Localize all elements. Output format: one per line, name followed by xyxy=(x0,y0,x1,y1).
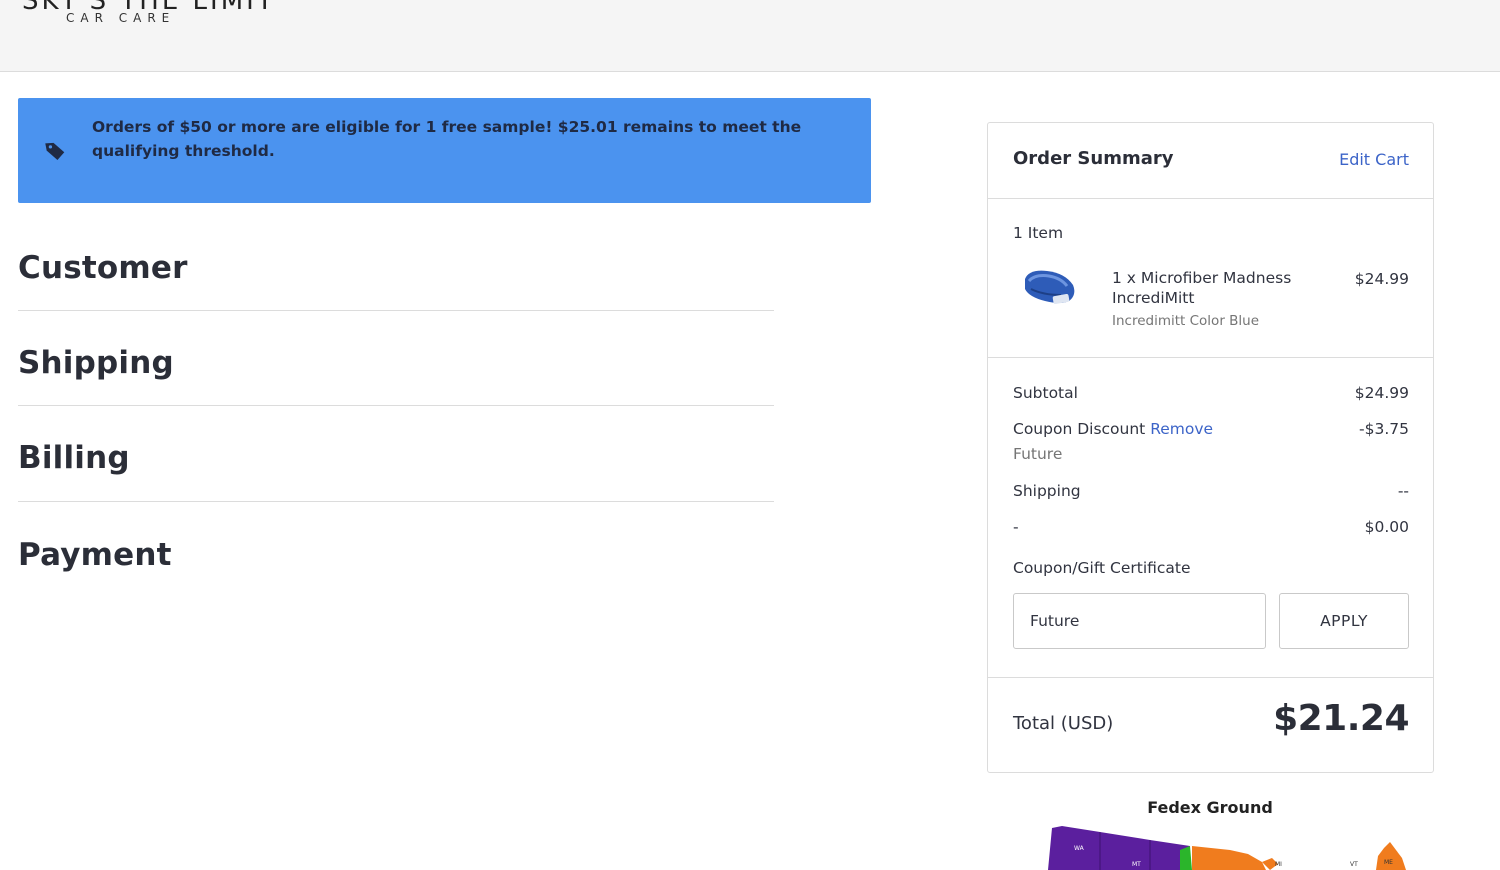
free-sample-message: Orders of $50 or more are eligible for 1… xyxy=(92,118,802,160)
shipping-zone-map: WA MT MI VT ME xyxy=(1048,826,1406,870)
divider xyxy=(18,501,774,502)
map-label-wa: WA xyxy=(1074,845,1085,852)
item-name: 1 x Microfiber Madness IncrediMitt xyxy=(1112,269,1292,307)
apply-coupon-button[interactable]: APPLY xyxy=(1279,593,1409,649)
step-customer[interactable]: Customer xyxy=(18,250,774,286)
step-payment[interactable]: Payment xyxy=(18,537,774,573)
subtotal-value: $24.99 xyxy=(1354,384,1409,402)
divider xyxy=(18,405,774,406)
step-billing-title: Billing xyxy=(18,440,130,476)
step-payment-title: Payment xyxy=(18,537,172,573)
coupon-discount-value: -$3.75 xyxy=(1359,420,1409,438)
coupon-field-label: Coupon/Gift Certificate xyxy=(1013,559,1191,577)
map-label-me: ME xyxy=(1384,859,1393,866)
coupon-discount-row: Coupon Discount Remove xyxy=(1013,420,1213,438)
applied-coupon-code: Future xyxy=(1013,445,1063,463)
remove-coupon-link[interactable]: Remove xyxy=(1150,420,1213,438)
store-logo-tagline: CAR CARE xyxy=(66,11,176,25)
coupon-discount-label: Coupon Discount xyxy=(1013,420,1146,438)
product-thumbnail xyxy=(1025,270,1075,305)
divider xyxy=(988,357,1433,358)
edit-cart-link[interactable]: Edit Cart xyxy=(1339,150,1409,169)
divider xyxy=(18,310,774,311)
map-label-vt: VT xyxy=(1350,861,1358,868)
site-header: SKY'S THE LIMIT CAR CARE xyxy=(0,0,1500,72)
step-customer-title: Customer xyxy=(18,250,188,286)
order-summary-title: Order Summary xyxy=(1013,148,1174,169)
coupon-code-input[interactable] xyxy=(1013,593,1266,649)
divider xyxy=(988,198,1433,199)
total-label: Total (USD) xyxy=(1013,713,1114,734)
step-shipping-title: Shipping xyxy=(18,345,174,381)
item-price: $24.99 xyxy=(1354,270,1409,288)
map-label-mi: MI xyxy=(1275,861,1282,868)
tax-value: $0.00 xyxy=(1364,518,1409,536)
map-label-mt: MT xyxy=(1132,861,1141,868)
shipping-label: Shipping xyxy=(1013,482,1081,500)
divider xyxy=(988,677,1433,678)
tax-label: - xyxy=(1013,518,1019,536)
tag-icon xyxy=(45,142,65,161)
subtotal-label: Subtotal xyxy=(1013,384,1078,402)
total-value: $21.24 xyxy=(1273,698,1409,739)
shipping-value: -- xyxy=(1397,482,1409,500)
shipping-map-title: Fedex Ground xyxy=(1147,798,1273,817)
step-billing[interactable]: Billing xyxy=(18,440,774,476)
item-variant: Incredimitt Color Blue xyxy=(1112,313,1260,329)
item-count: 1 Item xyxy=(1013,224,1064,242)
step-shipping[interactable]: Shipping xyxy=(18,345,774,381)
order-summary: Order Summary Edit Cart 1 Item 1 x Micro… xyxy=(987,122,1434,773)
